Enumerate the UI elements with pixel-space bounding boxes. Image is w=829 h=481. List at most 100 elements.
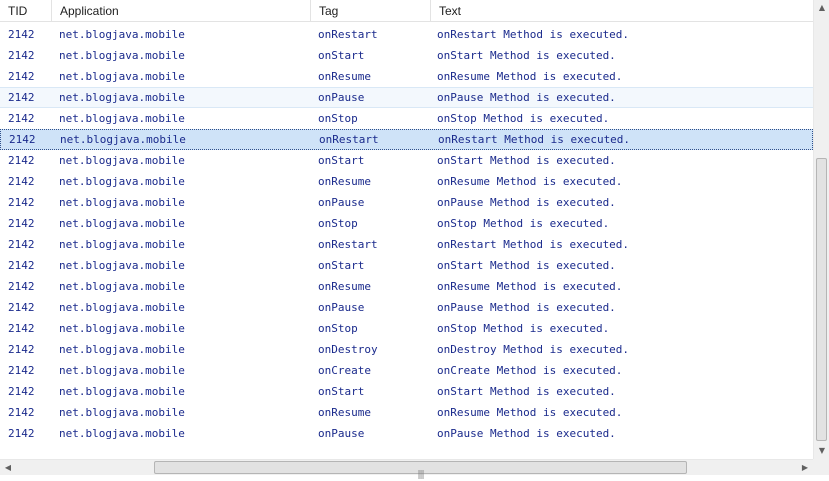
scroll-up-icon[interactable]: ▲ — [814, 0, 829, 16]
column-header-tid[interactable]: TID — [0, 0, 52, 21]
table-row[interactable]: 2142 net.blogjava.mobile onPause onPause Me… — [0, 192, 813, 213]
cell-tid: 2142 — [8, 70, 35, 83]
cell-text: onResume Method is executed. — [437, 175, 623, 188]
cell-text: onStart Method is executed. — [437, 385, 616, 398]
table-row[interactable]: 2142 net.blogjava.mobile onPause onPause Me… — [0, 297, 813, 318]
cell-application: net.blogjava.mobile — [59, 112, 185, 125]
cell-application: net.blogjava.mobile — [59, 322, 185, 335]
cell-tid: 2142 — [8, 175, 35, 188]
cell-application: net.blogjava.mobile — [59, 301, 185, 314]
cell-text: onStop Method is executed. — [437, 322, 610, 335]
cell-tag: onResume — [318, 406, 371, 419]
table-row[interactable]: 2142 net.blogjava.mobile onResume onResume … — [0, 402, 813, 423]
cell-application: net.blogjava.mobile — [60, 133, 186, 146]
table-row[interactable]: 2142 net.blogjava.mobile onRestart onRestar… — [0, 234, 813, 255]
table-row[interactable]: 2142 net.blogjava.mobile onDestroy onDestro… — [0, 339, 813, 360]
cell-tid: 2142 — [8, 238, 35, 251]
cell-tag: onRestart — [318, 28, 378, 41]
cell-text: onPause Method is executed. — [437, 196, 616, 209]
cell-application: net.blogjava.mobile — [59, 385, 185, 398]
cell-tid: 2142 — [8, 364, 35, 377]
cell-tag: onStart — [318, 49, 365, 62]
column-header-text[interactable]: Text — [431, 0, 813, 21]
cell-tid: 2142 — [9, 133, 36, 146]
cell-tid: 2142 — [8, 385, 35, 398]
table-row[interactable]: 2142 net.blogjava.mobile onResume onResume … — [0, 66, 813, 87]
table-row[interactable]: 2142 net.blogjava.mobile onRestart onRestar… — [0, 129, 813, 150]
vertical-scroll-thumb[interactable] — [816, 158, 827, 441]
table-row[interactable]: 2142 net.blogjava.mobile onStop onStop Meth… — [0, 108, 813, 129]
horizontal-scrollbar[interactable]: ◀ ||| ▶ — [0, 459, 813, 480]
scroll-down-icon[interactable]: ▼ — [814, 443, 829, 459]
cell-text: onStart Method is executed. — [437, 259, 616, 272]
cell-application: net.blogjava.mobile — [59, 196, 185, 209]
cell-tag: onResume — [318, 70, 371, 83]
cell-application: net.blogjava.mobile — [59, 280, 185, 293]
table-row[interactable]: 2142 net.blogjava.mobile onStart onStart Me… — [0, 255, 813, 276]
cell-tid: 2142 — [8, 280, 35, 293]
cell-application: net.blogjava.mobile — [59, 91, 185, 104]
cell-tag: onPause — [318, 196, 365, 209]
cell-tag: onRestart — [318, 238, 378, 251]
scroll-left-icon[interactable]: ◀ — [0, 460, 16, 476]
table-row[interactable]: 2142 net.blogjava.mobile onStart onStart Me… — [0, 381, 813, 402]
table-row[interactable]: 2142 net.blogjava.mobile onStart onStart Me… — [0, 150, 813, 171]
cell-application: net.blogjava.mobile — [59, 343, 185, 356]
table-row[interactable]: 2142 net.blogjava.mobile onResume onResume … — [0, 171, 813, 192]
column-header-application[interactable]: Application — [52, 0, 311, 21]
cell-application: net.blogjava.mobile — [59, 49, 185, 62]
cell-tid: 2142 — [8, 259, 35, 272]
table-row[interactable]: 2142 net.blogjava.mobile onRestart onRestar… — [0, 24, 813, 45]
cell-tid: 2142 — [8, 154, 35, 167]
column-header-tag[interactable]: Tag — [311, 0, 431, 21]
column-header: TID Application Tag Text — [0, 0, 813, 22]
cell-tid: 2142 — [8, 91, 35, 104]
cell-application: net.blogjava.mobile — [59, 154, 185, 167]
cell-tag: onDestroy — [318, 343, 378, 356]
vertical-scrollbar[interactable]: ▲ ▼ — [813, 0, 829, 459]
cell-text: onPause Method is executed. — [437, 301, 616, 314]
cell-application: net.blogjava.mobile — [59, 364, 185, 377]
cell-tag: onPause — [318, 301, 365, 314]
cell-text: onRestart Method is executed. — [437, 238, 630, 251]
table-row[interactable]: 2142 net.blogjava.mobile onPause onPause Me… — [0, 423, 813, 444]
cell-tid: 2142 — [8, 49, 35, 62]
table-row[interactable]: 2142 net.blogjava.mobile onStart onStart Me… — [0, 45, 813, 66]
cell-tag: onResume — [318, 175, 371, 188]
table-row[interactable]: 2142 net.blogjava.mobile onPause onPause Me… — [0, 87, 813, 108]
table-row[interactable]: 2142 net.blogjava.mobile onStop onStop Meth… — [0, 213, 813, 234]
cell-text: onStop Method is executed. — [437, 112, 610, 125]
cell-tag: onStop — [318, 217, 358, 230]
table-row[interactable]: 2142 net.blogjava.mobile onCreate onCreate … — [0, 360, 813, 381]
cell-text: onStart Method is executed. — [437, 49, 616, 62]
cell-tag: onStart — [318, 385, 365, 398]
cell-tag: onPause — [318, 91, 365, 104]
cell-tag: onStop — [318, 112, 358, 125]
cell-tid: 2142 — [8, 343, 35, 356]
cell-tid: 2142 — [8, 427, 35, 440]
grip-icon: ||| — [417, 470, 424, 480]
cell-text: onResume Method is executed. — [437, 70, 623, 83]
cell-tid: 2142 — [8, 28, 35, 41]
cell-tag: onResume — [318, 280, 371, 293]
cell-text: onDestroy Method is executed. — [437, 343, 630, 356]
cell-tid: 2142 — [8, 322, 35, 335]
log-table-body: 2142 net.blogjava.mobile onRestart onRestar… — [0, 24, 813, 444]
cell-tag: onStart — [318, 259, 365, 272]
horizontal-scroll-thumb[interactable]: ||| — [154, 461, 687, 480]
cell-application: net.blogjava.mobile — [59, 217, 185, 230]
cell-application: net.blogjava.mobile — [59, 427, 185, 440]
table-row[interactable]: 2142 net.blogjava.mobile onResume onResume … — [0, 276, 813, 297]
scroll-right-icon[interactable]: ▶ — [797, 460, 813, 476]
cell-tid: 2142 — [8, 406, 35, 419]
cell-tid: 2142 — [8, 217, 35, 230]
cell-tid: 2142 — [8, 112, 35, 125]
table-row[interactable]: 2142 net.blogjava.mobile onStop onStop Meth… — [0, 318, 813, 339]
scrollbar-corner — [813, 459, 829, 475]
cell-application: net.blogjava.mobile — [59, 70, 185, 83]
cell-tag: onPause — [318, 427, 365, 440]
cell-text: onRestart Method is executed. — [438, 133, 631, 146]
cell-text: onResume Method is executed. — [437, 280, 623, 293]
cell-application: net.blogjava.mobile — [59, 28, 185, 41]
cell-application: net.blogjava.mobile — [59, 175, 185, 188]
